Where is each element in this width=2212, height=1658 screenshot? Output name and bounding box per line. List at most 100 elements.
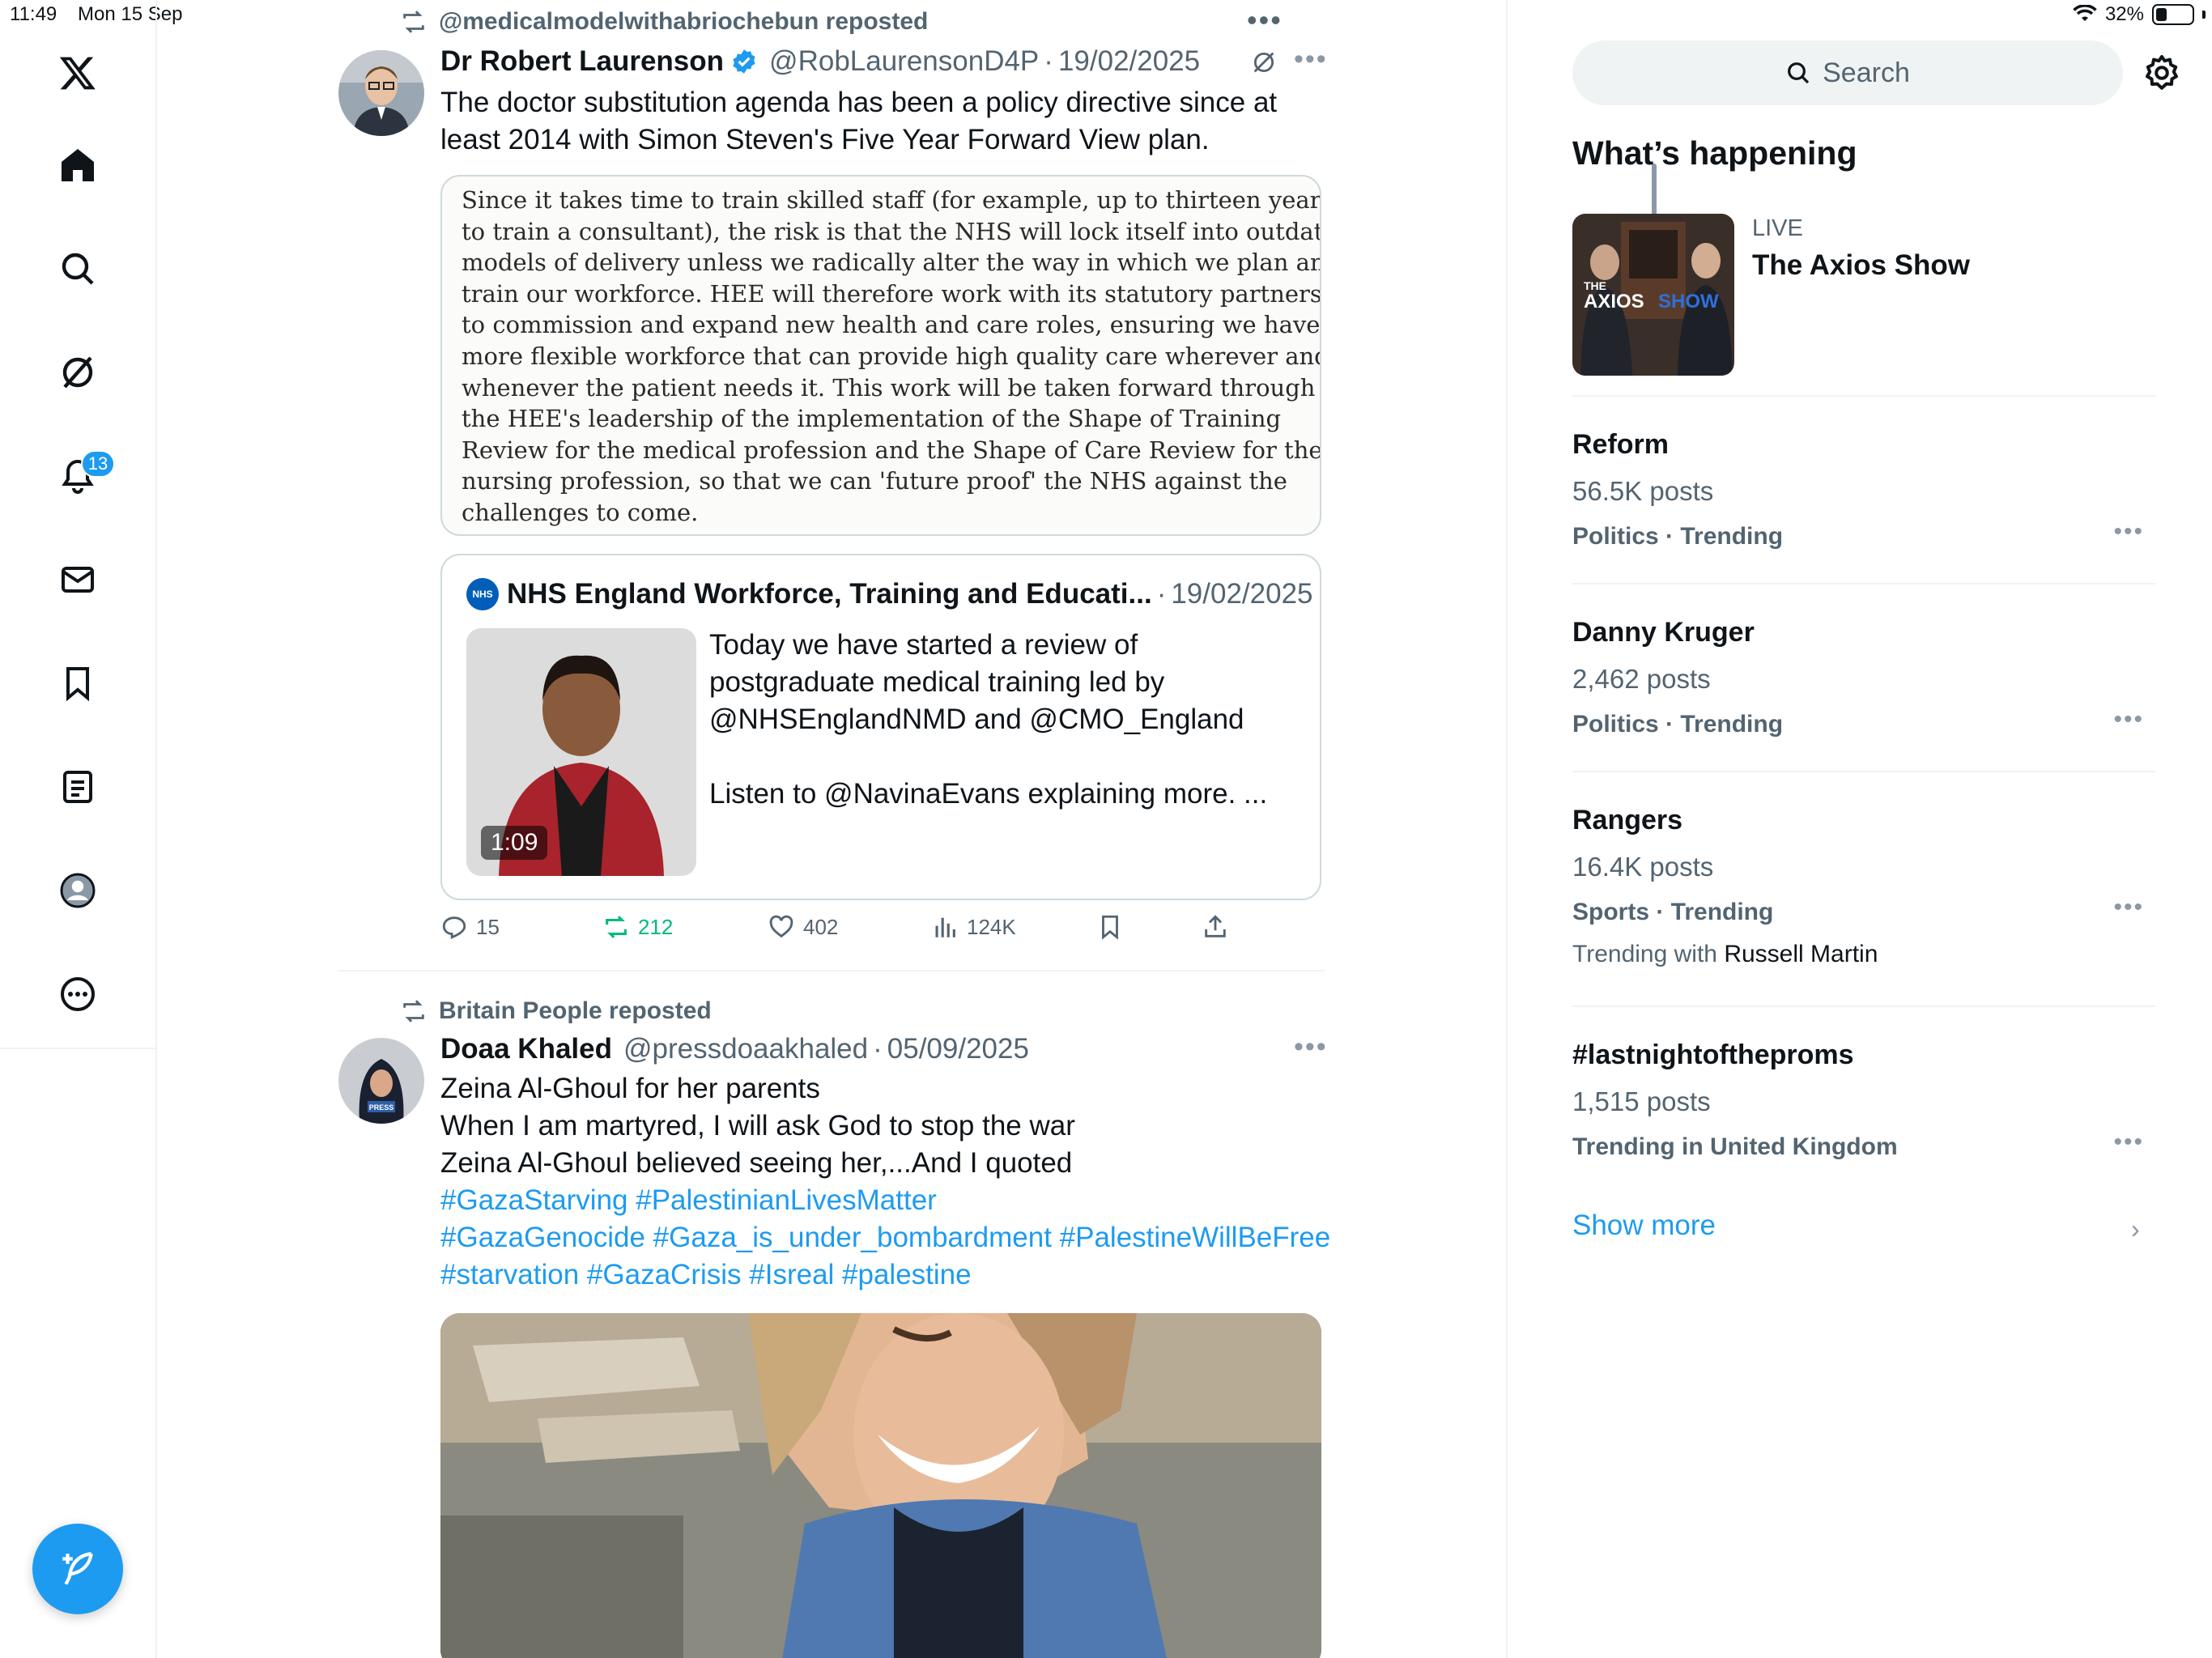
live-title[interactable]: The Axios Show [1752, 249, 1970, 282]
nhs-avatar: NHS [466, 578, 499, 610]
quote-text-line: Today we have started a review of [709, 629, 1138, 661]
quote-text-line: postgraduate medical training led by [709, 666, 1165, 698]
quote-author-name: NHS England Workforce, Training and Educ… [507, 578, 1152, 610]
compose-button[interactable] [32, 1524, 123, 1614]
quote-date: 19/02/2025 [1171, 578, 1313, 610]
home-icon[interactable] [45, 133, 110, 198]
repost-icon [403, 1000, 424, 1022]
tweet-media-document[interactable]: Since it takes time to train skilled sta… [440, 175, 1321, 536]
tweet-more-icon[interactable]: ••• [1294, 44, 1328, 75]
trend-more-icon[interactable]: ••• [2113, 894, 2144, 921]
tweet-text: Zeina Al-Ghoul for her parents When I am… [440, 1070, 1330, 1294]
views-count: 124K [967, 914, 1016, 939]
tweet-divider [338, 970, 1325, 971]
document-line: models of delivery unless we radically a… [462, 249, 1321, 277]
trend-category: Trending in United Kingdom [1572, 1133, 1898, 1160]
tweet-header: Doaa Khaled @pressdoaakhaled · 05/09/202… [440, 1033, 1029, 1065]
top-more-icon[interactable]: ••• [1247, 3, 1283, 37]
trend-name: #lastnightoftheproms [1572, 1039, 1854, 1070]
chevron-right-icon[interactable]: › [2131, 1214, 2140, 1244]
document-line: nursing profession, so that we can 'futu… [462, 467, 1287, 495]
heart-icon [769, 915, 793, 938]
quoted-tweet[interactable]: NHS NHS England Workforce, Training and … [440, 554, 1321, 900]
tweet-text-line: Zeina Al-Ghoul believed seeing her,...An… [440, 1147, 1073, 1179]
views-icon [935, 917, 955, 937]
profile-icon[interactable] [45, 858, 110, 923]
quote-text-line: @NHSEnglandNMD and @CMO_England [709, 704, 1244, 735]
tweet-text-line: When I am martyred, I will ask God to st… [440, 1110, 1075, 1141]
tweet-header: Dr Robert Laurenson @RobLaurensonD4P · 1… [440, 45, 1200, 78]
trend-name: Rangers [1572, 805, 1683, 835]
separator: · [1156, 578, 1167, 610]
trends-title: What’s happening [1572, 134, 1857, 172]
trend-count: 2,462 posts [1572, 664, 1711, 694]
avatar-press-text: PRESS [369, 1103, 394, 1112]
trend-category: Politics · Trending [1572, 523, 1784, 550]
trend-count: 16.4K posts [1572, 852, 1714, 882]
like-button[interactable]: 402 [768, 913, 838, 941]
nav-divider [0, 1048, 157, 1049]
video-duration: 1:09 [481, 826, 548, 860]
tweet-more-icon[interactable]: ••• [1294, 1031, 1328, 1063]
trend-divider [1572, 583, 2155, 585]
trend-more-icon[interactable]: ••• [2113, 1129, 2144, 1156]
tweet-date[interactable]: 19/02/2025 [1058, 45, 1200, 78]
search-input[interactable]: Search [1572, 40, 2123, 105]
x-logo[interactable] [45, 40, 110, 105]
document-line: more flexible workforce that can provide… [462, 342, 1321, 370]
separator: · [873, 1033, 883, 1065]
tweet-media-image[interactable] [440, 1313, 1321, 1658]
trend-category: Sports · Trending [1572, 899, 1774, 925]
search-placeholder: Search [1823, 57, 1910, 88]
author-name[interactable]: Doaa Khaled [440, 1033, 612, 1065]
hashtag-line[interactable]: #starvation #GazaCrisis #Isreal #palesti… [440, 1256, 1330, 1294]
author-name[interactable]: Dr Robert Laurenson [440, 45, 724, 78]
list-icon[interactable] [45, 755, 110, 819]
repost-indicator: Britain People reposted [400, 997, 712, 1025]
trend-more-icon[interactable]: ••• [2113, 706, 2144, 733]
live-thumbnail[interactable]: THE AXIOS SHOW [1572, 214, 1734, 376]
tweet-date[interactable]: 05/09/2025 [887, 1033, 1029, 1065]
tweet-text-line: The doctor substitution agenda has been … [440, 87, 1278, 118]
trend-count: 56.5K posts [1572, 476, 1714, 506]
tweet-text-line: least 2014 with Simon Steven's Five Year… [440, 124, 1210, 155]
avatar[interactable]: PRESS [338, 1038, 424, 1124]
trend-more-icon[interactable]: ••• [2113, 518, 2144, 546]
bookmark-icon [1102, 915, 1118, 940]
trend-with-prefix: Trending with [1572, 941, 1717, 967]
hashtag-line[interactable]: #GazaStarving #PalestinianLivesMatter [440, 1182, 1330, 1219]
repost-indicator: @medicalmodelwithabriochebun reposted [400, 8, 928, 36]
search-icon[interactable] [45, 236, 110, 301]
repost-by[interactable]: @medicalmodelwithabriochebun reposted [439, 8, 928, 36]
document-line: Review for the medical profession and th… [462, 436, 1321, 464]
avatar[interactable] [338, 50, 424, 136]
grok-icon[interactable] [1250, 49, 1278, 76]
grok-icon[interactable] [45, 340, 110, 405]
repost-button[interactable]: 212 [602, 913, 673, 941]
search-icon [1788, 62, 1810, 84]
hashtag-line[interactable]: #GazaGenocide #Gaza_is_under_bombardment… [440, 1219, 1330, 1256]
reply-button[interactable]: 15 [440, 913, 500, 941]
show-more-link[interactable]: Show more [1572, 1209, 1716, 1242]
gear-icon[interactable] [2142, 53, 2181, 92]
mail-icon[interactable] [45, 547, 110, 612]
quote-text-line [709, 738, 1267, 776]
trend-count: 1,515 posts [1572, 1086, 1711, 1116]
document-line: train our workforce. HEE will therefore … [462, 279, 1321, 308]
repost-icon [403, 11, 424, 33]
author-handle[interactable]: @RobLaurensonD4P [769, 45, 1039, 78]
more-circle-icon[interactable] [45, 962, 110, 1027]
document-line: whenever the patient needs it. This work… [462, 373, 1316, 402]
tweet-text: The doctor substitution agenda has been … [440, 84, 1277, 159]
like-count: 402 [803, 914, 839, 939]
author-handle[interactable]: @pressdoaakhaled [623, 1033, 868, 1065]
bookmark-icon[interactable] [45, 651, 110, 716]
share-button[interactable] [1202, 913, 1229, 941]
bookmark-button[interactable] [1096, 913, 1124, 941]
notification-badge: 13 [81, 450, 115, 478]
repost-by[interactable]: Britain People reposted [439, 997, 712, 1025]
views-button[interactable]: 124K [931, 913, 1016, 941]
tweet-text-line: Zeina Al-Ghoul for her parents [440, 1073, 820, 1104]
live-badge: LIVE [1752, 215, 1803, 241]
reply-count: 15 [476, 914, 500, 939]
